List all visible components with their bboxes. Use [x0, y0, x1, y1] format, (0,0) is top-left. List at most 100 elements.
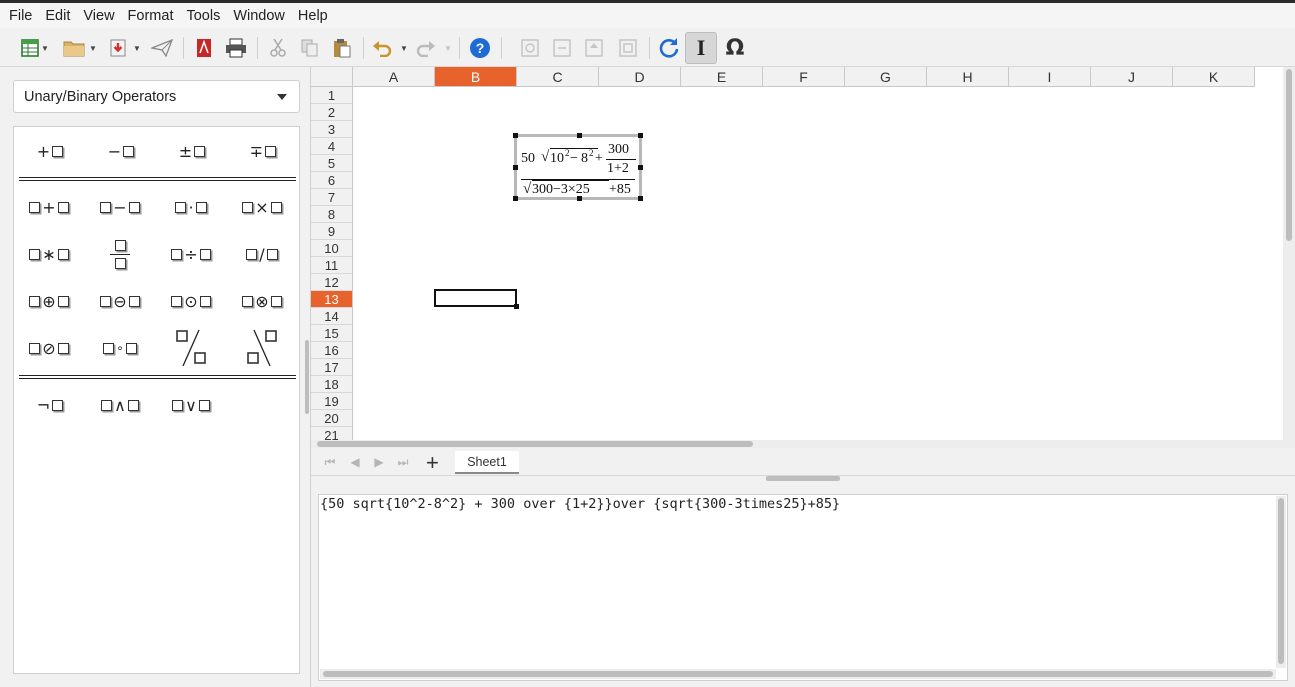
update-icon[interactable] — [655, 34, 683, 62]
column-header[interactable]: H — [927, 67, 1009, 87]
row-header[interactable]: 9 — [311, 223, 353, 240]
copy-icon[interactable] — [296, 34, 324, 62]
zoom-100-icon[interactable] — [580, 34, 608, 62]
resize-handle[interactable] — [638, 133, 643, 138]
element-wide-backslash[interactable] — [227, 325, 297, 371]
undo-dropdown-icon[interactable]: ▼ — [397, 34, 411, 62]
menu-file[interactable]: File — [4, 8, 37, 24]
help-icon[interactable]: ? — [466, 34, 494, 62]
menu-edit[interactable]: Edit — [40, 8, 75, 24]
row-header[interactable]: 5 — [311, 155, 353, 172]
menu-window[interactable]: Window — [228, 8, 290, 24]
zoom-out-icon[interactable] — [548, 34, 576, 62]
column-header[interactable]: E — [681, 67, 763, 87]
column-header[interactable]: J — [1091, 67, 1173, 87]
element-slash[interactable]: / — [227, 234, 297, 274]
first-sheet-button[interactable]: ⏮ — [321, 453, 339, 471]
last-sheet-button[interactable]: ⏭ — [394, 453, 412, 471]
element-fraction[interactable] — [85, 234, 155, 274]
column-header[interactable]: D — [599, 67, 681, 87]
row-header[interactable]: 17 — [311, 359, 353, 376]
resize-handle[interactable] — [638, 196, 643, 201]
element-circled-times[interactable]: ⊗ — [227, 281, 297, 321]
column-header[interactable]: C — [517, 67, 599, 87]
send-icon[interactable] — [148, 34, 176, 62]
next-sheet-button[interactable]: ▶ — [370, 453, 388, 471]
column-header[interactable]: F — [763, 67, 845, 87]
cut-icon[interactable] — [264, 34, 292, 62]
resize-handle[interactable] — [577, 133, 582, 138]
fill-handle[interactable] — [514, 304, 519, 309]
element-composition[interactable]: ∘ — [85, 328, 155, 368]
open-dropdown-icon[interactable]: ▼ — [86, 34, 100, 62]
new-dropdown-icon[interactable]: ▼ — [38, 34, 52, 62]
element-circled-minus[interactable]: ⊖ — [85, 281, 155, 321]
row-header[interactable]: 10 — [311, 240, 353, 257]
add-sheet-button[interactable]: + — [426, 450, 439, 476]
zoom-in-icon[interactable] — [516, 34, 544, 62]
row-header[interactable]: 16 — [311, 342, 353, 359]
prev-sheet-button[interactable]: ◀ — [346, 453, 364, 471]
element-binary-minus[interactable]: − — [85, 187, 155, 227]
row-header[interactable]: 8 — [311, 206, 353, 223]
formula-command-text[interactable]: {50 sqrt{10^2-8^2} + 300 over {1+2}}over… — [320, 496, 840, 512]
save-icon[interactable] — [104, 34, 132, 62]
row-header[interactable]: 20 — [311, 410, 353, 427]
print-icon[interactable] — [222, 34, 250, 62]
element-circled-plus[interactable]: ⊕ — [14, 281, 84, 321]
editor-vertical-scrollbar[interactable] — [1276, 496, 1286, 668]
selected-cell[interactable] — [434, 289, 519, 309]
element-and[interactable]: ∧ — [85, 385, 155, 425]
redo-icon[interactable] — [412, 34, 440, 62]
column-header[interactable]: A — [353, 67, 435, 87]
row-header[interactable]: 1 — [311, 87, 353, 104]
element-times[interactable]: × — [227, 187, 297, 227]
resize-handle[interactable] — [513, 133, 518, 138]
symbols-icon[interactable]: Ω — [721, 34, 749, 62]
column-header[interactable]: K — [1173, 67, 1255, 87]
save-dropdown-icon[interactable]: ▼ — [130, 34, 144, 62]
export-pdf-icon[interactable] — [190, 34, 218, 62]
select-all-corner[interactable] — [311, 67, 353, 87]
menu-view[interactable]: View — [78, 8, 119, 24]
undo-icon[interactable] — [368, 34, 396, 62]
menu-tools[interactable]: Tools — [181, 8, 225, 24]
element-cdot[interactable]: · — [156, 187, 226, 227]
formula-object[interactable]: 50 √ 10 2 − 8 2 + 300 1+2 √ 300−3×25 +85 — [513, 133, 643, 201]
element-unary-minus[interactable]: − — [85, 131, 155, 171]
row-header[interactable]: 6 — [311, 172, 353, 189]
formula-cursor-icon[interactable]: I — [685, 32, 717, 64]
redo-dropdown-icon[interactable]: ▼ — [441, 34, 455, 62]
column-header[interactable]: G — [845, 67, 927, 87]
row-header[interactable]: 15 — [311, 325, 353, 342]
element-minus-plus[interactable]: ∓ — [227, 131, 297, 171]
sheet-vertical-scrollbar[interactable] — [1283, 67, 1295, 440]
row-header[interactable]: 7 — [311, 189, 353, 206]
menu-format[interactable]: Format — [123, 8, 179, 24]
row-header[interactable]: 11 — [311, 257, 353, 274]
row-header[interactable]: 13 — [311, 291, 353, 308]
open-folder-icon[interactable] — [60, 34, 88, 62]
paste-icon[interactable] — [328, 34, 356, 62]
element-plus-minus[interactable]: ± — [156, 131, 226, 171]
row-header[interactable]: 12 — [311, 274, 353, 291]
element-or[interactable]: ∨ — [156, 385, 226, 425]
show-all-icon[interactable] — [614, 34, 642, 62]
row-header[interactable]: 2 — [311, 104, 353, 121]
element-binary-plus[interactable]: + — [14, 187, 84, 227]
spreadsheet-grid[interactable]: ABCDEFGHIJK 1 2 3 4 5 6 7 8 9 10 11 12 13 14 15 16 17 18 1… — [311, 67, 1295, 444]
column-header[interactable]: B — [435, 67, 517, 87]
element-category-select[interactable]: Unary/Binary Operators — [13, 80, 300, 113]
element-divide[interactable]: ÷ — [156, 234, 226, 274]
row-header[interactable]: 19 — [311, 393, 353, 410]
column-header[interactable]: I — [1009, 67, 1091, 87]
resize-handle[interactable] — [638, 165, 643, 170]
resize-handle[interactable] — [513, 196, 518, 201]
element-circled-slash[interactable]: ⊘ — [14, 328, 84, 368]
sheet-tab[interactable]: Sheet1 — [455, 451, 519, 474]
sheet-horizontal-scrollbar[interactable] — [311, 440, 1295, 448]
menu-help[interactable]: Help — [293, 8, 333, 24]
row-header[interactable]: 4 — [311, 138, 353, 155]
element-unary-plus[interactable]: + — [14, 131, 84, 171]
row-header[interactable]: 14 — [311, 308, 353, 325]
